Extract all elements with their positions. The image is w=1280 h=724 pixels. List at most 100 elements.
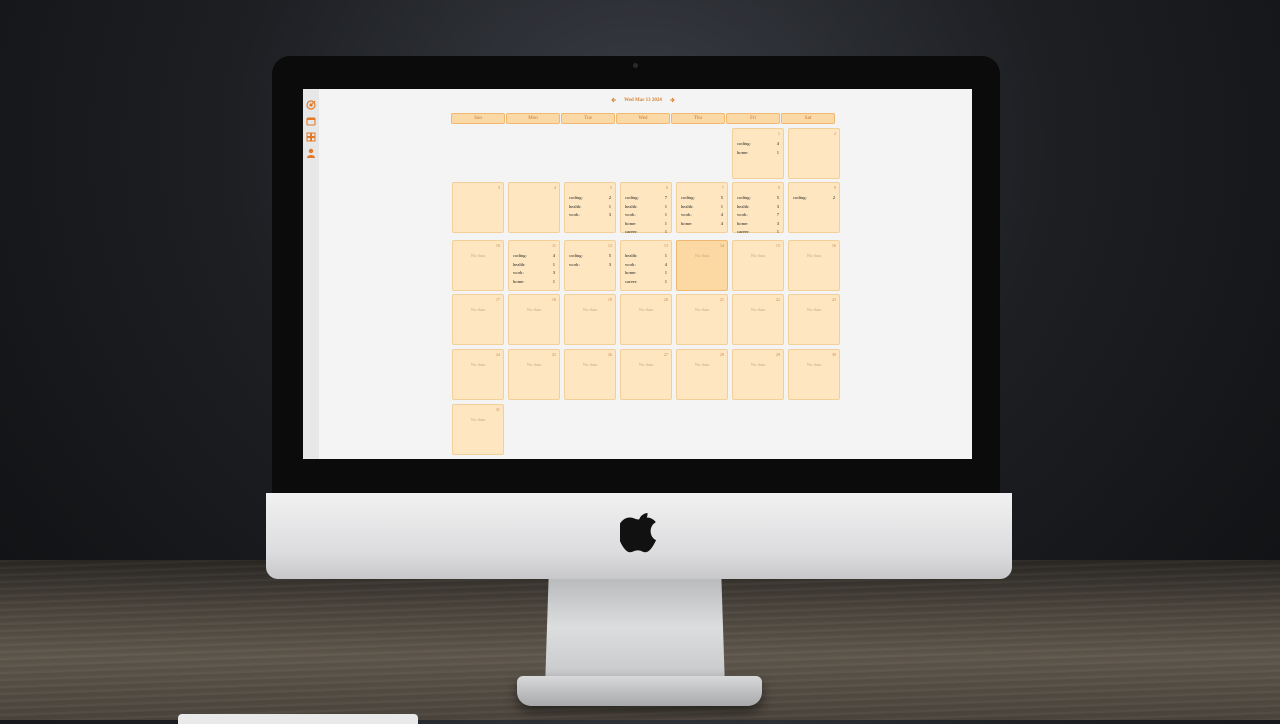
no-data-label: No data [582,362,598,367]
day-cell-9[interactable]: 9 coding: 2 [788,182,840,233]
date-navigation: Wed Mar 13 2024 [603,95,683,105]
day-cell-14[interactable]: 14 No data [676,240,728,291]
entry-row: health: 1 [681,203,723,212]
day-number: 26 [607,352,612,357]
entry-label: home: [681,220,693,226]
day-cell-23[interactable]: 23 No data [788,294,840,345]
day-cell-31[interactable]: 31 No data [452,404,504,455]
day-cell-3[interactable]: 3 [452,182,504,233]
entry-value: 1 [664,203,667,209]
weekday-sat: Sat [781,113,835,124]
entry-value: 3 [776,220,779,226]
day-cell-16[interactable]: 16 No data [788,240,840,291]
no-data-label: No data [638,307,654,312]
entry-value: 7 [664,195,667,200]
day-cell-13[interactable]: 13 health: 1 work: 4 home: 1 career: 1 [620,240,672,291]
entry-label: home: [737,220,749,226]
day-cell-28[interactable]: 28 No data [676,349,728,400]
day-cell-18[interactable]: 18 No data [508,294,560,345]
entry-row: home: 1 [625,220,667,229]
entry-row: coding: 5 [569,252,611,261]
day-cell-2[interactable]: 2 [788,128,840,179]
day-cell-24[interactable]: 24 No data [452,349,504,400]
day-number: 6 [665,185,668,190]
entry-row: home: 1 [737,149,779,158]
current-date-label: Wed Mar 13 2024 [624,97,662,103]
day-number: 16 [831,243,836,248]
day-cell-4[interactable]: 4 [508,182,560,233]
target-icon[interactable] [306,100,316,110]
entry-list: coding: 5 health: 3 work: 7 home: 3 career: 1 [737,194,779,237]
entry-row: coding: 2 [569,194,611,203]
day-cell-19[interactable]: 19 No data [564,294,616,345]
entry-row: work: 3 [569,261,611,270]
entry-label: health: [737,203,750,209]
no-data-label: No data [806,362,822,367]
day-cell-11[interactable]: 11 coding: 4 health: 1 work: 3 home: 1 [508,240,560,291]
day-cell-8[interactable]: 8 coding: 5 health: 3 work: 7 home: 3 career: 1 [732,182,784,234]
keyboard [178,714,418,724]
day-cell-17[interactable]: 17 No data [452,294,504,345]
screen: Wed Mar 13 2024 Sun Mon Tue Wed Thu Fri … [303,89,972,459]
entry-value: 5 [720,195,723,200]
day-cell-5[interactable]: 5 coding: 2 health: 1 work: 3 [564,182,616,233]
entry-row: work: 3 [569,211,611,220]
entry-value: 1 [776,229,779,235]
entry-row: health: 1 [625,252,667,261]
entry-row: coding: 2 [793,194,835,203]
day-number: 31 [495,407,500,412]
entry-row: work: 3 [513,269,555,278]
entry-value: 4 [552,253,555,258]
entry-value: 1 [664,229,667,235]
entry-value: 3 [776,203,779,209]
day-cell-7[interactable]: 7 coding: 5 health: 1 work: 4 home: 4 [676,182,728,233]
entry-row: work: 1 [625,211,667,220]
day-cell-15[interactable]: 15 No data [732,240,784,291]
day-cell-1[interactable]: 1 coding: 4 home: 1 [732,128,784,179]
user-icon[interactable] [306,148,316,158]
day-number: 5 [609,185,612,190]
day-cell-6[interactable]: 6 coding: 7 health: 1 work: 1 home: 1 career: 1 [620,182,672,234]
entry-row: home: 4 [681,220,723,229]
entry-label: coding: [737,195,751,200]
day-number: 18 [551,297,556,302]
entry-label: work: [513,270,524,276]
day-cell-12[interactable]: 12 coding: 5 work: 3 [564,240,616,291]
entry-row: coding: 4 [513,252,555,261]
day-cell-25[interactable]: 25 No data [508,349,560,400]
entry-value: 4 [776,141,779,146]
sidebar [303,89,319,459]
camera-icon [633,63,638,68]
no-data-label: No data [470,417,486,422]
day-cell-22[interactable]: 22 No data [732,294,784,345]
day-cell-30[interactable]: 30 No data [788,349,840,400]
day-number: 11 [551,243,556,248]
day-cell-20[interactable]: 20 No data [620,294,672,345]
no-data-label: No data [806,253,822,258]
next-arrow-icon[interactable] [668,96,676,104]
day-cell-26[interactable]: 26 No data [564,349,616,400]
monitor-stand-base [517,676,762,706]
entry-label: coding: [569,195,583,200]
day-cell-29[interactable]: 29 No data [732,349,784,400]
entry-value: 1 [664,270,667,276]
day-number: 12 [607,243,612,248]
no-data-label: No data [694,253,710,258]
grid-icon[interactable] [306,132,316,142]
entry-list: coding: 4 health: 1 work: 3 home: 1 [513,252,555,286]
day-number: 20 [663,297,668,302]
previous-arrow-icon[interactable] [610,96,618,104]
day-cell-10[interactable]: 10 No data [452,240,504,291]
day-number: 2 [833,131,836,136]
entry-list: coding: 2 [793,194,835,203]
day-number: 29 [775,352,780,357]
day-cell-27[interactable]: 27 No data [620,349,672,400]
entry-label: work: [569,212,580,218]
entry-value: 1 [776,149,779,155]
entry-row: health: 1 [513,261,555,270]
entry-list: coding: 5 work: 3 [569,252,611,269]
entry-value: 4 [720,220,723,226]
weekday-wed: Wed [616,113,670,124]
calendar-icon[interactable] [306,116,316,126]
day-cell-21[interactable]: 21 No data [676,294,728,345]
